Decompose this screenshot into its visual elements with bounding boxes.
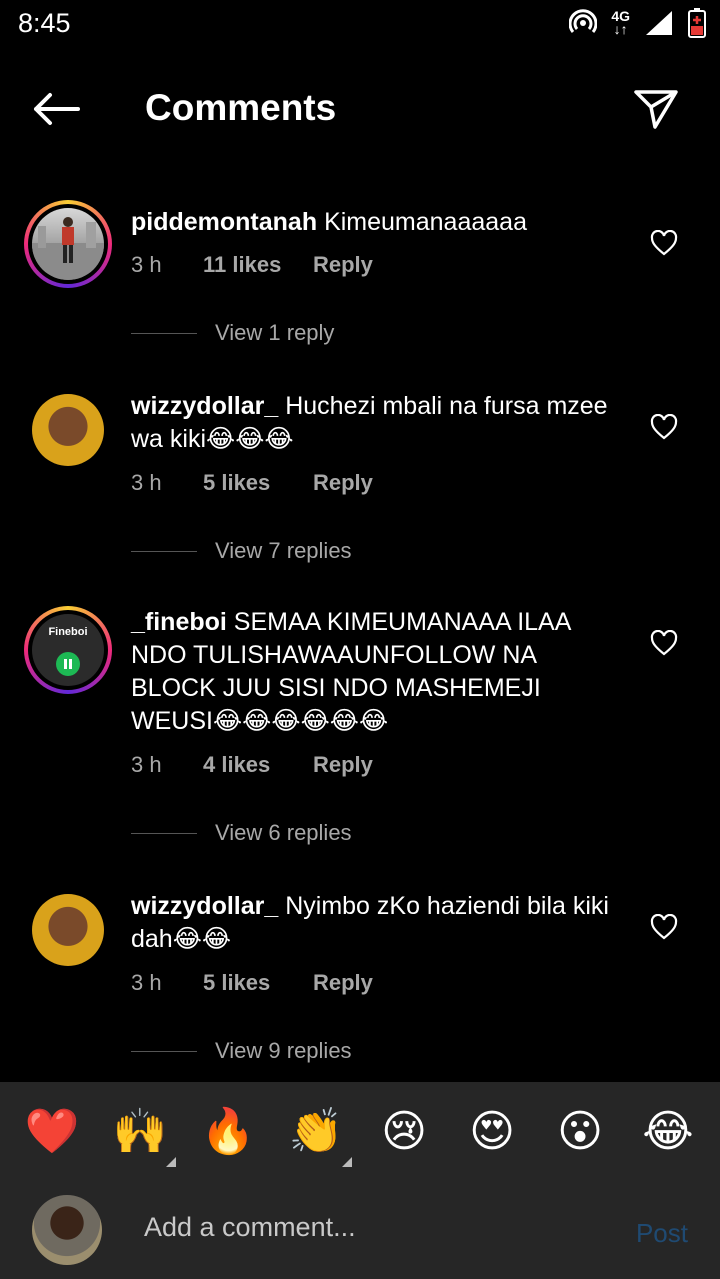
avatar[interactable]	[32, 894, 104, 966]
hotspot-icon	[569, 9, 598, 33]
status-bar: 8:45 4G ↓↑	[0, 0, 720, 50]
status-time: 8:45	[18, 8, 71, 38]
comment-username[interactable]: wizzydollar_	[131, 892, 278, 920]
signal-icon	[646, 11, 672, 35]
network-indicator: 4G ↓↑	[611, 9, 630, 37]
comment-meta: 3 h 5 likes Reply	[131, 470, 373, 496]
divider-line	[131, 550, 197, 552]
comment-likes[interactable]: 5 likes	[203, 470, 313, 496]
back-arrow-icon	[34, 93, 80, 125]
emoji-crying-face[interactable]: 😢	[374, 1107, 434, 1157]
emoji-red-heart[interactable]: ❤️	[22, 1107, 82, 1157]
avatar[interactable]	[24, 200, 112, 288]
battery-icon	[688, 8, 706, 38]
emoji-heart-eyes[interactable]: 😍	[462, 1107, 522, 1157]
page-title: Comments	[145, 87, 337, 128]
comment-meta: 3 h 11 likes Reply	[131, 252, 373, 278]
spotify-play-icon	[56, 652, 80, 676]
skin-tone-indicator	[342, 1157, 352, 1167]
emoji-raised-hands-glyph: 🙌	[112, 1106, 168, 1157]
view-replies-label: View 1 reply	[215, 320, 335, 345]
header: Comments	[0, 60, 720, 160]
view-replies-label: View 9 replies	[215, 1038, 352, 1063]
view-replies-label: View 7 replies	[215, 538, 352, 563]
comment-text: wizzydollar_ Nyimbo zKo haziendi bila ki…	[131, 890, 621, 956]
view-replies-button[interactable]: View 6 replies	[131, 820, 352, 846]
comment-likes[interactable]: 4 likes	[203, 752, 313, 778]
comment-text: piddemontanah Kimeumanaaaaaa	[131, 206, 621, 239]
reply-button[interactable]: Reply	[313, 970, 373, 996]
emoji-surprised-face[interactable]: 😮	[550, 1107, 610, 1157]
reply-button[interactable]: Reply	[313, 252, 373, 278]
comment-text: wizzydollar_ Huchezi mbali na fursa mzee…	[131, 390, 621, 456]
view-replies-button[interactable]: View 9 replies	[131, 1038, 352, 1064]
user-avatar	[32, 1195, 102, 1265]
divider-line	[131, 332, 197, 334]
send-icon	[634, 90, 678, 129]
back-button[interactable]	[28, 85, 84, 133]
heart-icon[interactable]	[650, 914, 678, 940]
avatar-photo	[32, 217, 104, 280]
comment-meta: 3 h 4 likes Reply	[131, 752, 373, 778]
comment-time: 3 h	[131, 470, 162, 495]
share-button[interactable]	[630, 84, 682, 134]
comment-time: 3 h	[131, 752, 162, 777]
heart-icon[interactable]	[650, 414, 678, 440]
comment-username[interactable]: _fineboi	[131, 608, 227, 636]
comment-likes[interactable]: 11 likes	[203, 252, 313, 278]
comment-input[interactable]	[144, 1212, 584, 1243]
comment-composer: Post	[0, 1182, 720, 1279]
avatar[interactable]	[32, 394, 104, 466]
comment-content: Kimeumanaaaaaa	[324, 208, 527, 236]
status-icons: 4G ↓↑	[569, 8, 706, 38]
comment-likes[interactable]: 5 likes	[203, 970, 313, 996]
reply-button[interactable]: Reply	[313, 470, 373, 496]
divider-line	[131, 1050, 197, 1052]
divider-line	[131, 832, 197, 834]
avatar-label: Fineboi	[48, 626, 88, 638]
comment-meta: 3 h 5 likes Reply	[131, 970, 373, 996]
comment-text: _fineboi SEMAA KIMEUMANAAA ILAA NDO TULI…	[131, 606, 621, 738]
comment-time: 3 h	[131, 970, 162, 995]
view-replies-button[interactable]: View 1 reply	[131, 320, 334, 346]
comment-time: 3 h	[131, 252, 162, 277]
view-replies-button[interactable]: View 7 replies	[131, 538, 352, 564]
data-arrows-icon: ↓↑	[613, 21, 628, 37]
heart-icon[interactable]	[650, 630, 678, 656]
view-replies-label: View 6 replies	[215, 820, 352, 845]
post-button[interactable]: Post	[636, 1218, 688, 1249]
emoji-clapping-hands[interactable]: 👏	[286, 1106, 352, 1167]
emoji-tears-of-joy[interactable]: 😂	[638, 1107, 698, 1157]
emoji-clapping-glyph: 👏	[288, 1106, 344, 1157]
heart-icon[interactable]	[650, 230, 678, 256]
emoji-fire[interactable]: 🔥	[198, 1107, 258, 1157]
reply-button[interactable]: Reply	[313, 752, 373, 778]
comment-username[interactable]: wizzydollar_	[131, 392, 278, 420]
comment-username[interactable]: piddemontanah	[131, 208, 317, 236]
emoji-raised-hands[interactable]: 🙌	[110, 1106, 176, 1167]
avatar[interactable]: Fineboi	[24, 606, 112, 694]
skin-tone-indicator	[166, 1157, 176, 1167]
emoji-bar: ❤️ 🙌 🔥 👏 😢 😍 😮 😂	[0, 1082, 720, 1182]
